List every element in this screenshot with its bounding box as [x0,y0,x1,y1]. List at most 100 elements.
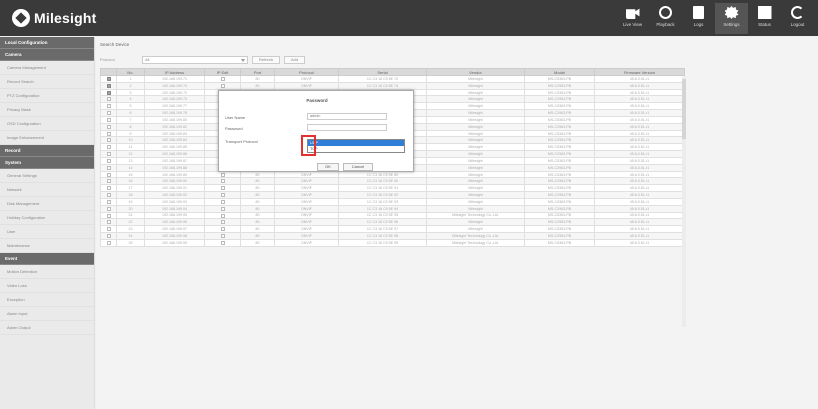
sidebar-group-camera[interactable]: Camera [0,49,94,61]
table-row[interactable]: 2 192.168.199.74 80 ONVIF 1C C3 16 C9 5E 74 M… [100,81,685,90]
sidebar-group-local-configuration[interactable]: Local Configuration [0,37,94,49]
row-checkbox[interactable] [100,122,117,131]
checkbox-icon[interactable] [106,145,111,150]
checkbox-icon[interactable] [106,104,111,109]
row-checkbox[interactable] [100,204,117,213]
checkbox-icon[interactable] [220,240,225,245]
row-checkbox[interactable] [100,163,117,172]
column-header-ip-address[interactable]: IP Address [144,68,205,76]
checkbox-icon[interactable] [220,193,225,198]
table-row[interactable]: 16 192.168.199.90 80 ONVIF 1C C3 16 C9 5E 90… [100,177,685,186]
checkbox-icon[interactable] [106,111,111,116]
sidebar-item-ptz-configuration[interactable]: PTZ Configuration [0,89,94,103]
row-checkbox[interactable] [100,81,117,90]
checkbox-icon[interactable] [106,131,111,136]
checkbox-icon[interactable] [106,179,111,184]
table-row[interactable]: 18 192.168.199.92 80 ONVIF 1C C3 16 C9 5E 92… [100,191,685,199]
sidebar-item-motion-detection[interactable]: Motion Detection [0,265,94,279]
sidebar-item-disk-management[interactable]: Disk Management [0,197,94,211]
row-checkbox[interactable] [100,211,117,220]
row-checkbox[interactable] [100,109,117,117]
checkbox-icon[interactable] [106,152,111,157]
nav-live-view[interactable]: Live View [616,3,649,34]
column-header-firmware[interactable]: Firmware Version [594,68,685,76]
checkbox-icon[interactable] [220,83,225,88]
row-ip-edit[interactable] [204,184,241,193]
transport-protocol-dropdown[interactable]: UDP TCP [307,139,405,153]
row-ip-edit[interactable] [204,225,241,234]
column-header-ip-edit[interactable]: IP Edit [204,68,241,76]
table-row[interactable]: 22 192.168.199.96 80 ONVIF 1C C3 16 C9 5E 96… [100,218,685,227]
sidebar-item-alarm-input[interactable]: Alarm Input [0,307,94,321]
column-header-select[interactable] [100,68,117,76]
column-header-port[interactable]: Port [240,68,275,76]
checkbox-icon[interactable] [220,199,225,204]
transport-option-tcp[interactable]: TCP [308,146,404,152]
row-checkbox[interactable] [100,225,117,234]
row-ip-edit[interactable] [204,191,241,199]
row-checkbox[interactable] [100,232,117,240]
sidebar-item-image-enhancement[interactable]: Image Enhancement [0,131,94,145]
checkbox-icon[interactable] [106,165,111,170]
checkbox-icon[interactable] [106,220,111,225]
sidebar-group-system[interactable]: System [0,157,94,169]
checkbox-icon[interactable] [106,227,111,232]
sidebar-item-video-loss[interactable]: Video Loss [0,279,94,293]
column-header-protocol[interactable]: Protocol [274,68,339,76]
row-ip-edit[interactable] [204,177,241,186]
scrollbar-thumb[interactable] [682,79,686,139]
checkbox-checked-icon[interactable] [106,90,111,95]
row-checkbox[interactable] [100,143,117,152]
column-header-vendor[interactable]: Vendor [426,68,525,76]
checkbox-icon[interactable] [220,179,225,184]
sidebar-item-privacy-mask[interactable]: Privacy Mask [0,103,94,117]
column-header-no[interactable]: No. [116,68,145,76]
row-checkbox[interactable] [100,156,117,165]
row-ip-edit[interactable] [204,81,241,90]
row-checkbox[interactable] [100,238,117,247]
row-checkbox[interactable] [100,150,117,158]
row-checkbox[interactable] [100,184,117,193]
sidebar-item-network[interactable]: Network [0,183,94,197]
row-checkbox[interactable] [100,170,117,179]
user-name-input[interactable]: admin [307,113,387,120]
checkbox-icon[interactable] [106,199,111,204]
checkbox-icon[interactable] [106,172,111,177]
table-row[interactable]: 24 192.168.199.98 80 ONVIF 1C C3 16 C9 5E 98… [100,232,685,240]
checkbox-icon[interactable] [106,138,111,143]
row-ip-edit[interactable] [204,238,241,247]
table-row[interactable]: 15 192.168.199.89 80 ONVIF 1C C3 16 C9 5E 89… [100,170,685,179]
nav-settings[interactable]: Settings [715,3,748,34]
nav-logs[interactable]: Logs [682,3,715,34]
row-ip-edit[interactable] [204,232,241,240]
row-ip-edit[interactable] [204,75,241,83]
checkbox-icon[interactable] [220,220,225,225]
checkbox-icon[interactable] [106,206,111,211]
checkbox-icon[interactable] [106,97,111,102]
row-checkbox[interactable] [100,136,117,145]
table-row[interactable]: 1 192.168.199.71 80 ONVIF 1C C3 16 C9 5E 72 M… [100,75,685,83]
row-ip-edit[interactable] [204,170,241,179]
checkbox-icon[interactable] [220,76,225,81]
sidebar-item-osd-configuration[interactable]: OSD Configuration [0,117,94,131]
checkbox-icon[interactable] [106,117,111,122]
sidebar-item-camera-management[interactable]: Camera Management [0,61,94,75]
row-checkbox[interactable] [100,218,117,227]
add-button[interactable]: Add [284,55,306,64]
sidebar-group-event[interactable]: Event [0,253,94,265]
row-ip-edit[interactable] [204,211,241,220]
checkbox-icon[interactable] [220,186,225,191]
checkbox-icon[interactable] [220,233,225,238]
row-checkbox[interactable] [100,95,117,104]
checkbox-icon[interactable] [220,227,225,232]
row-checkbox[interactable] [100,191,117,199]
table-row[interactable]: 21 192.168.199.95 80 ONVIF 1C C3 16 C9 5E 95… [100,211,685,220]
row-ip-edit[interactable] [204,218,241,227]
checkbox-icon[interactable] [220,172,225,177]
row-checkbox[interactable] [100,88,117,97]
nav-logout[interactable]: Logout [781,3,814,34]
table-row[interactable]: 19 192.168.199.93 80 ONVIF 1C C3 16 C9 5E 93… [100,197,685,206]
sidebar-item-record-search[interactable]: Record Search [0,75,94,89]
table-row[interactable]: 20 192.168.199.94 80 ONVIF 1C C3 16 C9 5E 94… [100,204,685,213]
sidebar-group-record[interactable]: Record [0,145,94,157]
